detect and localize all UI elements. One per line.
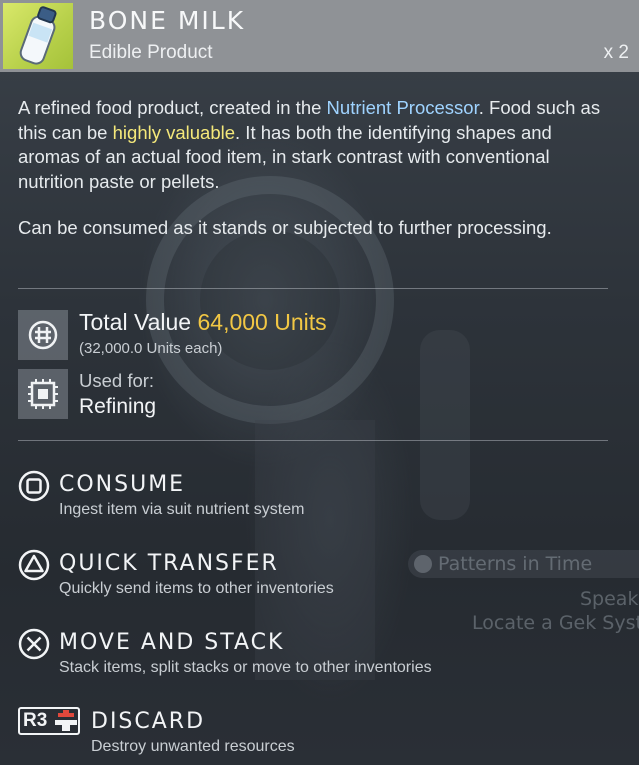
r3-button-text: R3: [23, 710, 48, 731]
consume-title: CONSUME: [59, 472, 186, 497]
hud-mission-badge: Patterns in Time: [408, 550, 639, 578]
divider: [18, 440, 608, 441]
unit-value-each: (32,000.0 Units each): [79, 340, 223, 357]
r3-button-icon: R3: [18, 707, 80, 735]
hud-mission-text: Patterns in Time: [438, 553, 593, 575]
discard-icon: [55, 710, 77, 731]
total-value-amount: 64,000 Units: [197, 309, 327, 335]
discard-desc: Destroy unwanted resources: [91, 738, 295, 755]
quick-transfer-desc: Quickly send items to other inventories: [59, 580, 334, 597]
hud-locate-text: Locate a Gek Syst: [472, 612, 639, 634]
mission-info-icon: [414, 555, 432, 573]
highlight-text: highly valuable: [112, 121, 236, 143]
discard-title: DISCARD: [91, 709, 206, 734]
refiner-chip-icon: [18, 369, 68, 419]
consume-desc: Ingest item via suit nutrient system: [59, 501, 305, 518]
quick-transfer-title: QUICK TRANSFER: [59, 551, 279, 576]
item-category: Edible Product: [89, 42, 213, 63]
item-quantity: x 2: [603, 42, 629, 63]
move-and-stack-desc: Stack items, split stacks or move to oth…: [59, 659, 432, 676]
units-currency-icon: [18, 310, 68, 360]
nutrient-processor-link: Nutrient Processor: [326, 97, 479, 118]
move-and-stack-title: MOVE AND STACK: [59, 630, 285, 655]
bone-milk-bottle-icon: [3, 3, 73, 69]
triangle-button-icon: [18, 549, 50, 581]
item-header: BONE MILK Edible Product x 2: [0, 0, 639, 72]
item-description-note: Can be consumed as it stands or subjecte…: [18, 217, 552, 238]
item-name: BONE MILK: [89, 6, 246, 35]
total-value-label: Total Value: [79, 309, 198, 335]
divider: [18, 288, 608, 289]
item-description: A refined food product, created in the N…: [18, 96, 618, 194]
hud-speak-text: Speak: [580, 588, 639, 610]
used-for-value: Refining: [79, 395, 157, 418]
square-button-icon: [18, 470, 50, 502]
description-text: A refined food product, created in the: [18, 97, 327, 118]
total-value-line: Total Value 64,000 Units: [79, 309, 327, 336]
cross-button-icon: [18, 628, 50, 660]
used-for-label: Used for:: [79, 370, 155, 391]
